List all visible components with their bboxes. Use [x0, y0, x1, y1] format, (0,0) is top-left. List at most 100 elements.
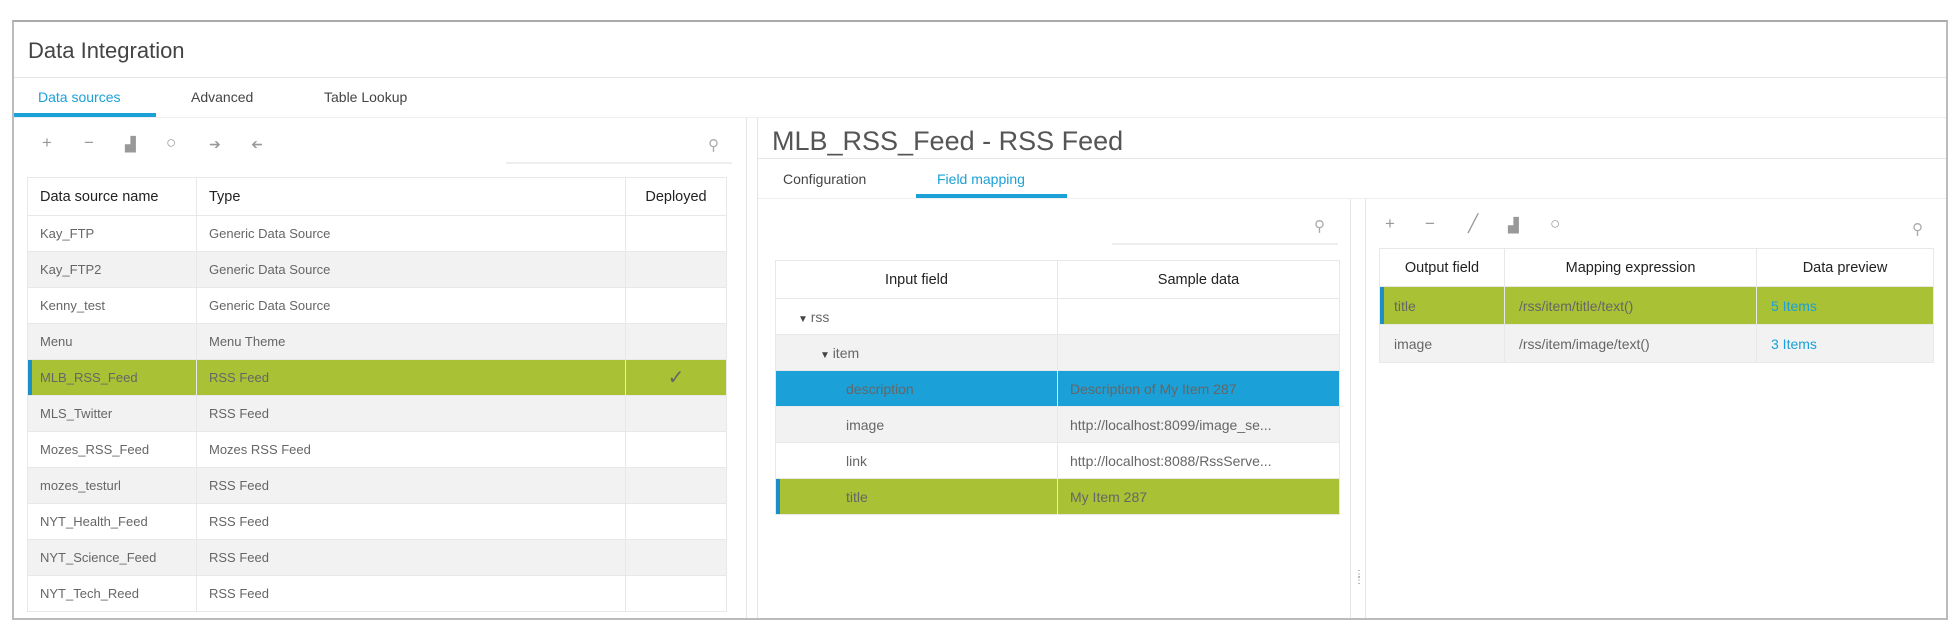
cell-data-preview: 3 Items [1756, 324, 1934, 363]
table-row[interactable]: Mozes_RSS_Feed Mozes RSS Feed [27, 431, 727, 468]
field-name: title [846, 488, 868, 505]
cell-name: NYT_Tech_Reed [27, 575, 197, 612]
cell-sample-data: My Item 287 [1057, 478, 1340, 515]
column-header-output-field[interactable]: Output field [1379, 248, 1505, 287]
field-name: rss [810, 308, 830, 325]
table-row[interactable]: Menu Menu Theme [27, 323, 727, 360]
cell-name: Mozes_RSS_Feed [27, 431, 197, 468]
deployed-check-icon [625, 539, 727, 576]
table-row[interactable]: mozes_testurl RSS Feed [27, 467, 727, 504]
cell-name: NYT_Health_Feed [27, 503, 197, 540]
cell-name: Kay_FTP2 [27, 251, 197, 288]
input-fields-table: Input field Sample data ▼ rss ▼ item descr… [775, 260, 1340, 515]
cell-name: MLB_RSS_Feed [27, 359, 197, 396]
table-row[interactable]: NYT_Tech_Reed RSS Feed [27, 575, 727, 612]
copy-icon[interactable]: ▟ [1508, 217, 1519, 234]
tab-configuration[interactable]: Configuration [783, 171, 866, 187]
tree-row[interactable]: description Description of My Item 287 [775, 370, 1340, 407]
cell-input-field: title [775, 478, 1058, 515]
deployed-check-icon [625, 503, 727, 540]
column-header-name[interactable]: Data source name [27, 177, 197, 216]
cell-type: Generic Data Source [196, 215, 626, 252]
table-row[interactable]: Kenny_test Generic Data Source [27, 287, 727, 324]
minus-icon[interactable]: − [84, 133, 94, 153]
field-name: item [832, 344, 860, 361]
divider [14, 77, 1946, 78]
tab-advanced[interactable]: Advanced [191, 89, 253, 105]
panel-divider [1350, 199, 1351, 618]
panel-divider [757, 118, 758, 618]
panel-divider [1365, 199, 1366, 618]
cell-input-field: link [775, 442, 1058, 479]
app-title: Data Integration [28, 38, 185, 63]
tree-row[interactable]: link http://localhost:8088/RssServe... [775, 442, 1340, 479]
expand-caret-icon[interactable]: ▼ [820, 350, 833, 361]
cell-sample-data: http://localhost:8088/RssServe... [1057, 442, 1340, 479]
cell-input-field: ▼ item [775, 334, 1058, 371]
search-icon[interactable]: ⚲ [1314, 217, 1325, 235]
resize-handle[interactable]: ⋮ ⋮ [1354, 570, 1364, 586]
cell-type: Menu Theme [196, 323, 626, 360]
cell-type: Generic Data Source [196, 251, 626, 288]
refresh-icon[interactable]: ○ [1550, 214, 1560, 234]
table-row[interactable]: NYT_Science_Feed RSS Feed [27, 539, 727, 576]
plus-icon[interactable]: + [1385, 214, 1395, 234]
cell-sample-data [1057, 334, 1340, 371]
panel-divider [746, 118, 747, 618]
minus-icon[interactable]: − [1425, 214, 1435, 234]
column-header-data-preview[interactable]: Data preview [1756, 248, 1934, 287]
plus-icon[interactable]: + [42, 133, 52, 153]
tree-row[interactable]: title My Item 287 [775, 478, 1340, 515]
deployed-check-icon [625, 431, 727, 468]
cell-output-field: image [1379, 324, 1505, 363]
table-row[interactable]: Kay_FTP Generic Data Source [27, 215, 727, 252]
cell-mapping-expression: /rss/item/image/text() [1504, 324, 1757, 363]
field-name: link [846, 452, 868, 469]
column-header-mapping-expression[interactable]: Mapping expression [1504, 248, 1757, 287]
table-row[interactable]: NYT_Health_Feed RSS Feed [27, 503, 727, 540]
search-input[interactable] [506, 162, 732, 164]
data-preview-link[interactable]: 3 Items [1771, 336, 1817, 352]
search-icon[interactable]: ⚲ [1912, 220, 1923, 238]
cell-name: MLS_Twitter [27, 395, 197, 432]
data-preview-link[interactable]: 5 Items [1771, 298, 1817, 314]
deployed-check-icon: ✓ [625, 359, 727, 396]
column-header-type[interactable]: Type [196, 177, 626, 216]
column-header-input-field[interactable]: Input field [775, 260, 1058, 299]
tree-row[interactable]: image http://localhost:8099/image_se... [775, 406, 1340, 443]
arrow-right-icon[interactable]: ➔ [209, 136, 221, 153]
cell-type: RSS Feed [196, 395, 626, 432]
cell-type: Mozes RSS Feed [196, 431, 626, 468]
cell-mapping-expression: /rss/item/title/text() [1504, 286, 1757, 325]
cell-type: RSS Feed [196, 575, 626, 612]
tab-field-mapping[interactable]: Field mapping [937, 171, 1025, 187]
refresh-icon[interactable]: ○ [166, 133, 176, 153]
tree-row[interactable]: ▼ item [775, 334, 1340, 371]
arrow-left-icon[interactable]: ➔ [251, 136, 263, 153]
cell-input-field: ▼ rss [775, 298, 1058, 335]
table-row[interactable]: title/rss/item/title/text() 5 Items [1379, 286, 1934, 325]
cell-type: RSS Feed [196, 359, 626, 396]
tree-row[interactable]: ▼ rss [775, 298, 1340, 335]
cell-name: Menu [27, 323, 197, 360]
search-icon[interactable]: ⚲ [708, 136, 719, 154]
field-name: description [846, 380, 914, 397]
tab-data-sources[interactable]: Data sources [38, 89, 120, 105]
column-header-deployed[interactable]: Deployed [625, 177, 727, 216]
table-row[interactable]: Kay_FTP2 Generic Data Source [27, 251, 727, 288]
input-search-field[interactable] [1112, 243, 1338, 245]
cell-type: RSS Feed [196, 539, 626, 576]
column-header-sample-data[interactable]: Sample data [1057, 260, 1340, 299]
copy-icon[interactable]: ▟ [125, 136, 136, 153]
table-row[interactable]: image/rss/item/image/text() 3 Items [1379, 324, 1934, 363]
divider [14, 117, 1946, 118]
expand-caret-icon[interactable]: ▼ [798, 314, 811, 325]
cell-input-field: image [775, 406, 1058, 443]
tab-table-lookup[interactable]: Table Lookup [324, 89, 407, 105]
cell-type: Generic Data Source [196, 287, 626, 324]
table-row[interactable]: MLS_Twitter RSS Feed [27, 395, 727, 432]
table-row[interactable]: MLB_RSS_Feed RSS Feed ✓ [27, 359, 727, 396]
cell-input-field: description [775, 370, 1058, 407]
edit-icon[interactable]: ╱ [1468, 214, 1478, 234]
cell-sample-data: Description of My Item 287 [1057, 370, 1340, 407]
